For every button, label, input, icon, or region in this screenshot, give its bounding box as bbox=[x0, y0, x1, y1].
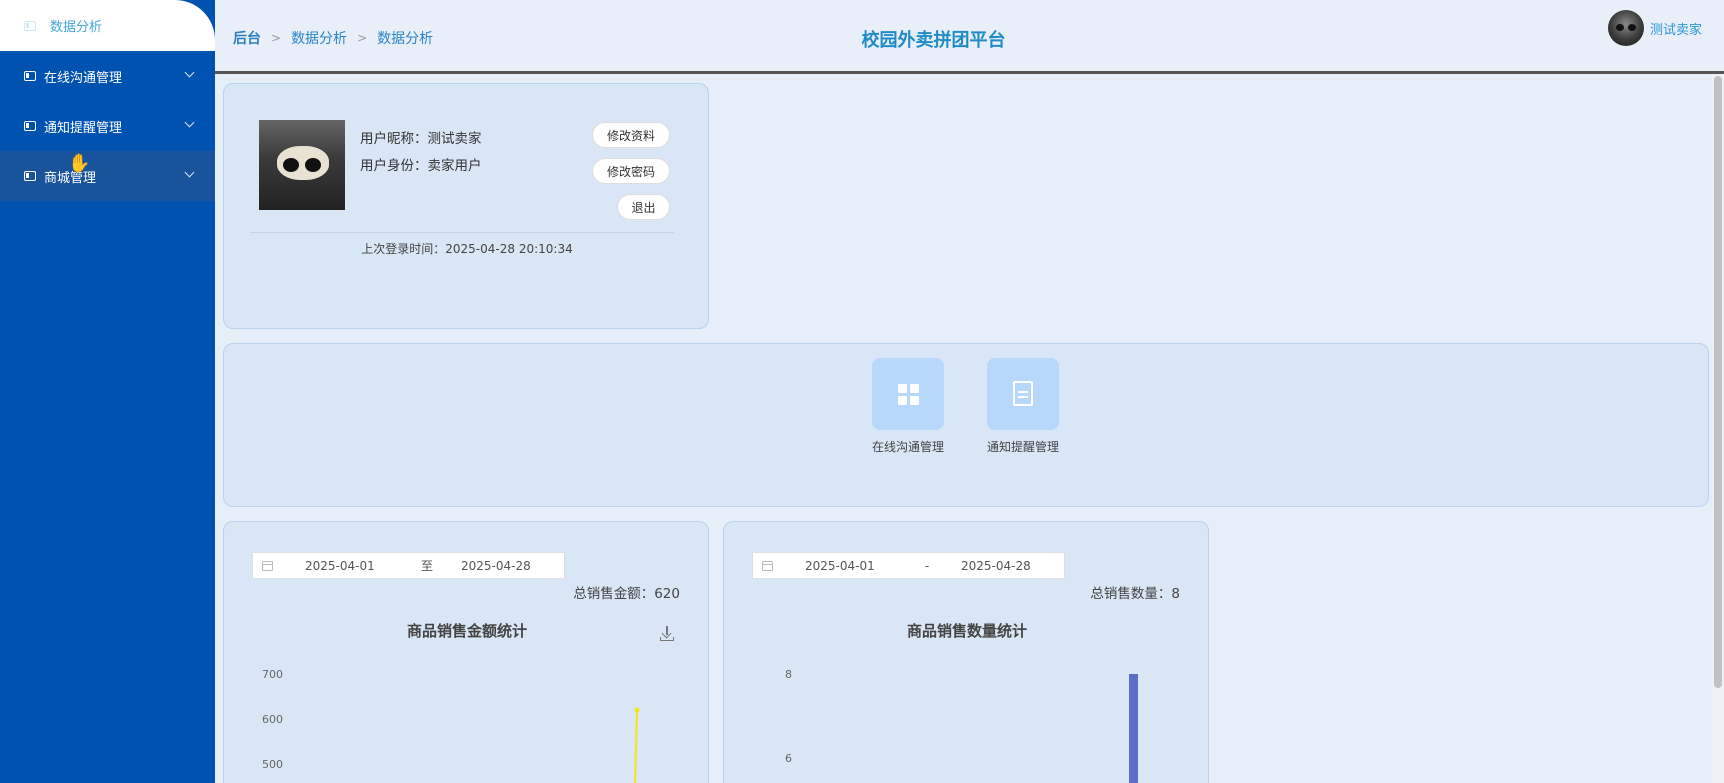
sidebar: 数据分析 在线沟通管理 通知提醒管理 商城管理 ✋ bbox=[0, 0, 215, 783]
profile-info: 用户昵称：测试卖家 用户身份：卖家用户 bbox=[360, 126, 482, 180]
sidebar-item-label: 数据分析 bbox=[50, 20, 103, 35]
line-series bbox=[634, 709, 638, 783]
sales-amount-card: 2025-04-01 至 2025-04-28 总销售金额：620 商品销售金额… bbox=[223, 521, 709, 783]
y-tick-label: 700 bbox=[262, 668, 283, 681]
y-tick-label: 500 bbox=[262, 758, 283, 771]
user-menu[interactable]: 测试卖家 bbox=[1607, 10, 1702, 46]
bar bbox=[1129, 674, 1138, 783]
last-login-time: 上次登录时间：2025-04-28 20:10:34 bbox=[361, 242, 573, 256]
quick-link-label: 在线沟通管理 bbox=[871, 440, 944, 454]
sales-amount-chart: 700 600 500 bbox=[262, 668, 640, 783]
user-role: 用户身份：卖家用户 bbox=[360, 158, 482, 174]
quick-link-tile[interactable] bbox=[987, 358, 1059, 430]
quick-link-notifications[interactable]: 通知提醒管理 bbox=[973, 358, 1073, 455]
menu-item-icon bbox=[24, 171, 36, 181]
menu-item-icon bbox=[24, 20, 36, 31]
sidebar-item-label: 通知提醒管理 bbox=[44, 120, 123, 136]
quick-link-online-chat[interactable]: 在线沟通管理 bbox=[858, 358, 958, 455]
sales-quantity-card: 2025-04-01 - 2025-04-28 总销售数量：8 商品销售数量统计… bbox=[723, 521, 1209, 783]
y-tick-label: 8 bbox=[785, 668, 792, 681]
profile-avatar bbox=[259, 120, 345, 210]
sidebar-item-online-chat[interactable]: 在线沟通管理 bbox=[0, 51, 215, 101]
menu-item-icon bbox=[24, 71, 36, 81]
chevron-down-icon bbox=[184, 167, 195, 178]
sidebar-item-data-analysis[interactable]: 数据分析 bbox=[0, 0, 215, 51]
line-point bbox=[634, 707, 640, 713]
menu-item-icon bbox=[24, 121, 36, 131]
user-name[interactable]: 测试卖家 bbox=[1650, 19, 1702, 38]
quick-links-card: 在线沟通管理 通知提醒管理 bbox=[223, 343, 1709, 507]
scrollbar-thumb[interactable] bbox=[1714, 76, 1722, 688]
sidebar-item-notifications[interactable]: 通知提醒管理 bbox=[0, 101, 215, 151]
edit-profile-button[interactable]: 修改资料 bbox=[592, 122, 670, 148]
divider bbox=[250, 232, 674, 233]
profile-card: 用户昵称：测试卖家 用户身份：卖家用户 修改资料 修改密码 退出 上次登录时间：… bbox=[223, 83, 709, 329]
quick-link-label: 通知提醒管理 bbox=[986, 440, 1059, 454]
quick-link-tile[interactable] bbox=[872, 358, 944, 430]
hand-cursor-icon: ✋ bbox=[68, 153, 91, 174]
sidebar-item-mall[interactable]: 商城管理 bbox=[0, 151, 215, 201]
logout-button[interactable]: 退出 bbox=[617, 194, 670, 220]
change-password-button[interactable]: 修改密码 bbox=[592, 158, 670, 184]
grid-icon bbox=[898, 384, 920, 406]
document-icon bbox=[1013, 381, 1033, 406]
site-title: 校园外卖拼团平台 bbox=[861, 30, 1006, 51]
y-tick-label: 6 bbox=[785, 752, 792, 765]
sidebar-item-label: 在线沟通管理 bbox=[44, 70, 123, 86]
avatar[interactable] bbox=[1607, 10, 1644, 46]
chevron-down-icon bbox=[184, 67, 195, 78]
chevron-down-icon bbox=[184, 117, 195, 128]
user-nickname: 用户昵称：测试卖家 bbox=[360, 131, 482, 147]
top-header: 后台 > 数据分析 > 数据分析 校园外卖拼团平台 测试卖家 bbox=[215, 0, 1724, 74]
y-tick-label: 600 bbox=[262, 713, 283, 726]
sales-quantity-chart: 86 bbox=[785, 668, 1138, 783]
